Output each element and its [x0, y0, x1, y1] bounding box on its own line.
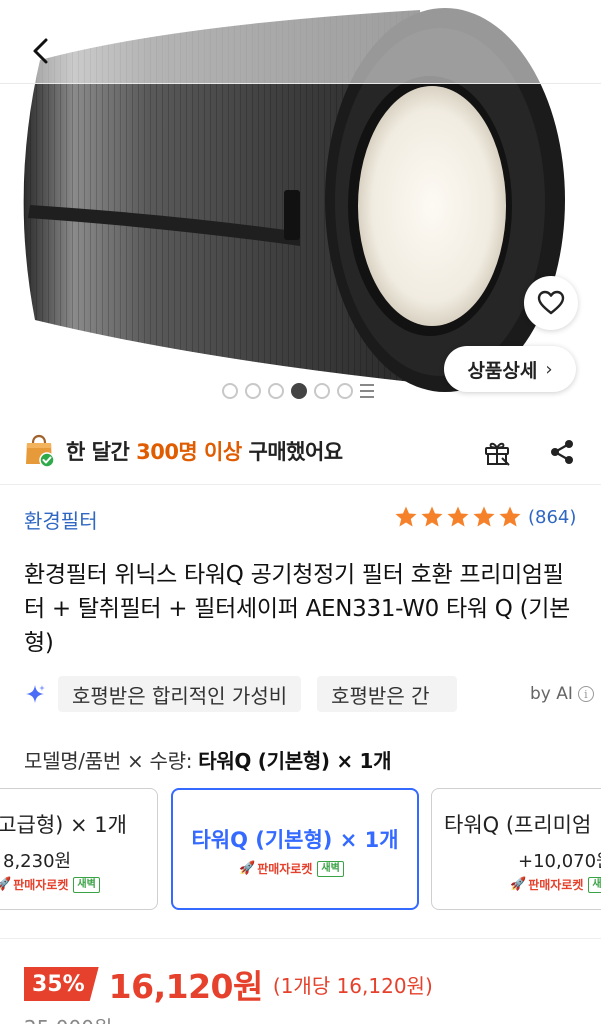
product-image-gallery[interactable]: 상품상세 ›: [0, 0, 601, 410]
divider: [0, 938, 601, 939]
option-name: 타워Q (프리미엄: [444, 813, 592, 837]
seller-rocket-label: 판매자로켓: [13, 878, 69, 892]
original-price: 25,000원: [24, 1012, 112, 1024]
wishlist-button[interactable]: [524, 276, 578, 330]
ai-summary-row: 호평받은 합리적인 가성비 호평받은 간 by AI i: [24, 676, 601, 712]
heart-outline-icon: [537, 290, 565, 315]
top-bar: [0, 0, 601, 84]
dawn-delivery-tag: 새벽: [317, 860, 344, 877]
option-label-value: 타워Q (기본형) × 1개: [198, 749, 392, 773]
rocket-icon: 🚀: [0, 877, 11, 892]
product-title: 환경필터 위닉스 타워Q 공기청정기 필터 호환 프리미엄필터 + 탈취필터 +…: [24, 562, 570, 656]
star-icon: [473, 506, 495, 527]
purchase-count-suffix: 구매했어요: [241, 440, 344, 464]
review-count: (864): [528, 506, 577, 528]
purchase-count-row: 한 달간 300명 이상 구매했어요: [24, 430, 584, 472]
seller-rocket-badge: 🚀 판매자로켓 새벽: [239, 860, 344, 877]
pagination-dot[interactable]: [222, 383, 238, 399]
share-icon: [551, 440, 573, 464]
pagination-dot[interactable]: [245, 383, 261, 399]
seller-rocket-badge: 🚀 판매자로켓 새벽: [0, 876, 100, 893]
star-icon: [447, 506, 469, 527]
option-name: (고급형) × 1개: [0, 813, 127, 837]
purchase-count-highlight: 300명 이상: [136, 440, 242, 464]
option-card[interactable]: 타워Q (프리미엄 +10,070원 🚀 판매자로켓 새벽: [431, 788, 601, 910]
gallery-pagination: [222, 383, 374, 399]
sparkle-icon: [26, 685, 45, 703]
pagination-dot[interactable]: [337, 383, 353, 399]
price-row: 35% 16,120원 (1개당 16,120원): [24, 962, 433, 1006]
by-ai-label[interactable]: by AI i: [508, 676, 594, 712]
option-label-prefix: 모델명/품번 × 수량:: [24, 749, 199, 773]
dawn-delivery-tag: 새벽: [73, 876, 100, 893]
pagination-dot-active[interactable]: [291, 383, 307, 399]
seller-rocket-badge: 🚀 판매자로켓 새벽: [510, 876, 601, 893]
product-detail-label: 상품상세: [467, 359, 538, 382]
rocket-icon: 🚀: [510, 877, 527, 892]
option-name: 타워Q (기본형) × 1개: [191, 828, 399, 852]
chevron-left-icon: [33, 38, 48, 64]
brand-link[interactable]: 환경필터: [24, 505, 98, 534]
share-button[interactable]: [542, 432, 582, 472]
discount-badge: 35%: [24, 967, 99, 1001]
ai-summary-chip[interactable]: 호평받은 간: [317, 676, 458, 712]
unit-price: (1개당 16,120원): [272, 973, 433, 998]
shopping-bag-check-icon: [26, 434, 55, 468]
star-icon: [421, 506, 443, 527]
by-ai-text: by AI: [530, 684, 573, 704]
seller-rocket-label: 판매자로켓: [257, 862, 313, 876]
rating-summary[interactable]: (864): [394, 505, 576, 529]
sale-price: 16,120원: [108, 967, 264, 1006]
pagination-dot[interactable]: [314, 383, 330, 399]
chevron-right-icon: ›: [545, 358, 553, 380]
seller-rocket-label: 판매자로켓: [528, 878, 584, 892]
option-price: +10,070원: [518, 851, 601, 872]
star-icon: [395, 506, 417, 527]
pagination-dot[interactable]: [268, 383, 284, 399]
back-button[interactable]: [18, 28, 64, 74]
product-detail-button[interactable]: 상품상세 ›: [444, 346, 576, 392]
info-icon: i: [577, 686, 594, 702]
option-card-selected[interactable]: 타워Q (기본형) × 1개 🚀 판매자로켓 새벽: [171, 788, 419, 910]
gift-icon: [485, 442, 510, 466]
ai-summary-chip[interactable]: 호평받은 합리적인 가성비: [58, 676, 302, 712]
option-selection-label: 모델명/품번 × 수량: 타워Q (기본형) × 1개: [24, 745, 392, 774]
purchase-count-text: 한 달간 300명 이상 구매했어요: [66, 436, 343, 466]
star-icon: [499, 506, 521, 527]
divider: [0, 484, 601, 485]
dawn-delivery-tag: 새벽: [588, 876, 601, 893]
option-price: 8,230원: [3, 851, 72, 872]
rocket-icon: 🚀: [239, 861, 256, 876]
gift-button[interactable]: [477, 432, 517, 472]
option-card[interactable]: (고급형) × 1개 8,230원 🚀 판매자로켓 새벽: [0, 788, 158, 910]
purchase-count-prefix: 한 달간: [66, 440, 137, 464]
list-icon[interactable]: [360, 384, 374, 398]
